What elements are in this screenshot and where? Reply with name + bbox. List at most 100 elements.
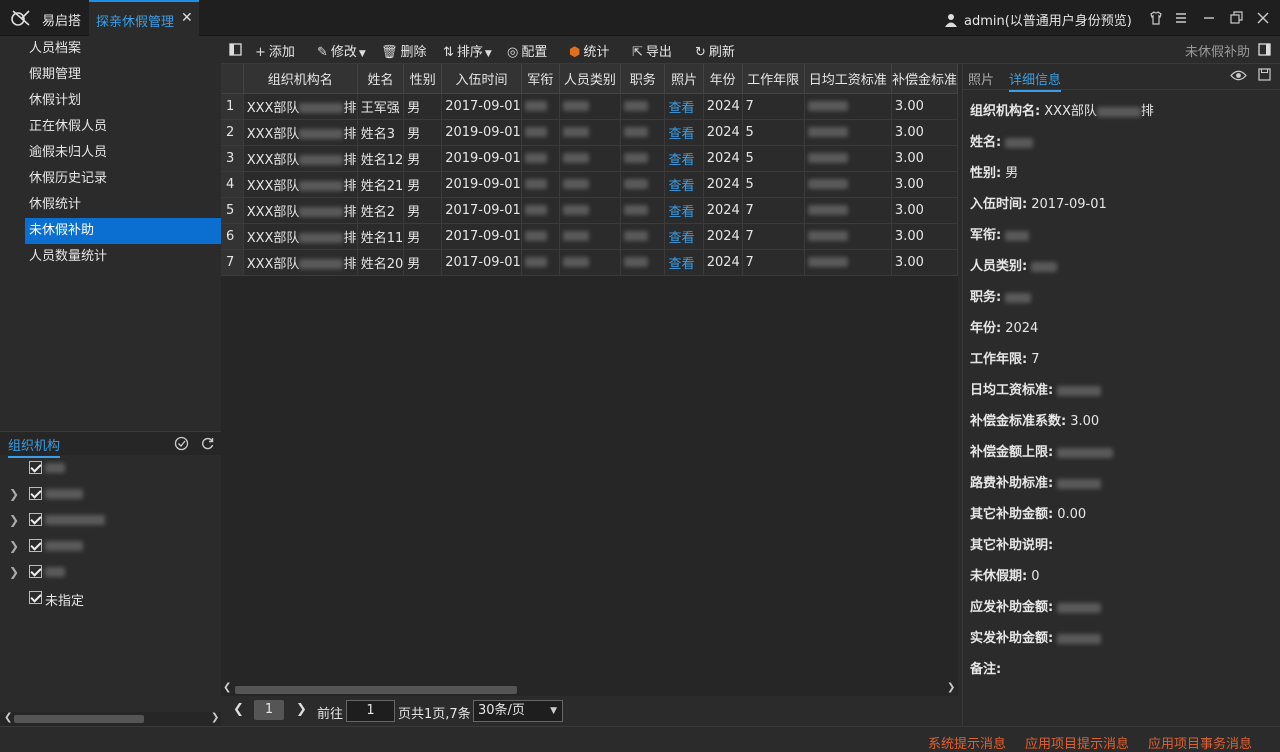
menu-icon[interactable] xyxy=(1172,9,1190,27)
tree-node[interactable]: ❯ xyxy=(0,507,221,533)
table-row[interactable]: 2 XXX部队 排姓名3 男 2019-09-01 查看 2024 5 3.00 xyxy=(221,119,958,146)
edit-button[interactable]: ✎ 修改 ▼ xyxy=(317,41,369,60)
system-message-link[interactable]: 系统提示消息 xyxy=(928,733,1006,752)
tree-node[interactable]: ❯ xyxy=(0,559,221,585)
view-photo-link[interactable]: 查看 xyxy=(664,249,704,276)
user-menu[interactable]: admin(以普通用户身份预览) xyxy=(944,10,1132,29)
refresh-tree-icon[interactable] xyxy=(200,436,215,451)
sidebar-item-leave-plan[interactable]: 休假计划 xyxy=(25,88,221,114)
table-row[interactable]: 5 XXX部队 排姓名2 男 2017-09-01 查看 2024 7 3.00 xyxy=(221,197,958,224)
app-task-message-link[interactable]: 应用项目事务消息 xyxy=(1148,733,1252,752)
sidebar-item-unused-leave-subsidy[interactable]: 未休假补助 xyxy=(25,218,221,244)
tab-leave-management[interactable]: 探亲休假管理 ✕ xyxy=(89,0,199,36)
goto-page-input[interactable]: 1 xyxy=(346,700,395,722)
table-cell: XXX部队 排 xyxy=(243,171,358,198)
statistics-button[interactable]: ⬢ 统计 xyxy=(569,41,609,60)
sidebar-item-personnel-files[interactable]: 人员档案 xyxy=(25,36,221,62)
tree-node[interactable]: ❯ xyxy=(0,533,221,559)
sidebar-item-leave-management[interactable]: 假期管理 xyxy=(25,62,221,88)
scroll-left-icon[interactable]: ❮ xyxy=(223,682,231,693)
page-number-current[interactable]: 1 xyxy=(254,700,284,720)
column-header[interactable]: 入伍时间 xyxy=(441,64,522,94)
view-name-label: 未休假补助 xyxy=(1185,45,1251,60)
delete-button[interactable]: 🗑 删除 xyxy=(381,41,427,60)
view-photo-link[interactable]: 查看 xyxy=(664,223,704,250)
refresh-button[interactable]: ↻ 刷新 xyxy=(695,41,735,60)
grid-horizontal-scrollbar[interactable]: ❮ ❯ xyxy=(221,682,958,696)
eye-icon[interactable] xyxy=(1230,69,1247,82)
column-header[interactable]: 军衔 xyxy=(521,64,560,94)
tree-node[interactable] xyxy=(0,455,221,481)
page-size-select[interactable]: 30条/页 ▼ xyxy=(473,700,563,722)
page-summary: 页共1页,7条 xyxy=(398,707,471,722)
view-photo-link[interactable]: 查看 xyxy=(664,145,704,172)
table-row[interactable]: 7 XXX部队排姓名20 男 2017-09-01 查看 2024 7 3.00 xyxy=(221,249,958,276)
sidebar-item-on-leave[interactable]: 正在休假人员 xyxy=(25,114,221,140)
tree-checkbox[interactable] xyxy=(29,513,42,526)
save-icon[interactable] xyxy=(1258,68,1271,81)
column-header[interactable]: 工作年限 xyxy=(742,64,805,94)
org-name-suffix: 排 xyxy=(343,126,357,142)
app-tip-message-link[interactable]: 应用项目提示消息 xyxy=(1025,733,1129,752)
column-header[interactable]: 性别 xyxy=(403,64,443,94)
column-header[interactable]: 姓名 xyxy=(357,64,405,94)
add-button[interactable]: + 添加 xyxy=(255,41,295,60)
column-header[interactable]: 人员类别 xyxy=(559,64,622,94)
table-row[interactable]: 6 XXX部队 排姓名11 男 2017-09-01 查看 2024 7 3.00 xyxy=(221,223,958,250)
view-photo-link[interactable]: 查看 xyxy=(664,197,704,224)
view-photo-link[interactable]: 查看 xyxy=(664,119,704,146)
tree-horizontal-scrollbar[interactable]: ❮ ❯ xyxy=(0,712,221,726)
tree-node[interactable]: ❯ xyxy=(0,481,221,507)
scroll-right-icon[interactable]: ❯ xyxy=(947,682,955,693)
scroll-right-icon[interactable]: ❯ xyxy=(211,712,219,723)
close-window-icon[interactable] xyxy=(1254,9,1272,27)
column-header[interactable]: 补偿金标准 xyxy=(891,64,958,94)
restore-icon[interactable] xyxy=(1227,9,1245,27)
sidebar-item-headcount[interactable]: 人员数量统计 xyxy=(25,244,221,270)
sidebar-item-statistics[interactable]: 休假统计 xyxy=(25,192,221,218)
toggle-sidebar-icon[interactable] xyxy=(229,43,242,56)
tree-node[interactable]: 未指定 xyxy=(0,585,221,611)
export-button[interactable]: ⇱ 导出 xyxy=(632,41,672,60)
table-row[interactable]: 4 XXX部队 排姓名21 男 2019-09-01 查看 2024 5 3.00 xyxy=(221,171,958,198)
masked-text xyxy=(524,153,547,163)
chevron-right-icon[interactable]: ❯ xyxy=(9,513,19,527)
minimize-icon[interactable] xyxy=(1200,9,1218,27)
detail-field-label: 路费补助标准: xyxy=(970,476,1054,491)
tree-checkbox[interactable] xyxy=(29,565,42,578)
toggle-detail-panel-icon[interactable] xyxy=(1258,43,1271,56)
column-header[interactable]: 日均工资标准 xyxy=(804,64,892,94)
scrollbar-thumb[interactable] xyxy=(14,715,144,723)
sort-button[interactable]: ⇅ 排序 ▼ xyxy=(443,41,495,60)
column-header[interactable]: 年份 xyxy=(703,64,743,94)
view-photo-link[interactable]: 查看 xyxy=(664,93,704,120)
sidebar-item-history[interactable]: 休假历史记录 xyxy=(25,166,221,192)
config-button[interactable]: ◎ 配置 xyxy=(507,41,547,60)
scrollbar-thumb[interactable] xyxy=(235,686,517,694)
chevron-right-icon[interactable]: ❯ xyxy=(9,487,19,501)
table-cell: 男 xyxy=(403,249,443,276)
tree-checkbox[interactable] xyxy=(29,461,42,474)
check-all-icon[interactable] xyxy=(174,436,189,451)
tree-checkbox[interactable] xyxy=(29,539,42,552)
scroll-left-icon[interactable]: ❮ xyxy=(4,712,12,723)
tree-checkbox[interactable] xyxy=(29,487,42,500)
close-tab-icon[interactable]: ✕ xyxy=(181,10,193,26)
column-header[interactable]: 职务 xyxy=(620,64,666,94)
column-header[interactable]: 照片 xyxy=(664,64,704,94)
table-cell: 2017-09-01 xyxy=(441,249,522,276)
prev-page-icon[interactable]: ❮ xyxy=(233,702,244,717)
table-row[interactable]: 1 XXX部队 排王军强男 2017-09-01 查看 2024 7 3.00 xyxy=(221,93,958,120)
table-cell xyxy=(559,171,622,198)
view-photo-link[interactable]: 查看 xyxy=(664,171,704,198)
next-page-icon[interactable]: ❯ xyxy=(296,702,307,717)
tab-photo[interactable]: 照片 xyxy=(968,69,994,88)
tree-checkbox[interactable] xyxy=(29,591,42,604)
table-row[interactable]: 3 XXX部队 排姓名12 男 2019-09-01 查看 2024 5 3.00 xyxy=(221,145,958,172)
tab-details[interactable]: 详细信息 xyxy=(1009,69,1062,92)
chevron-right-icon[interactable]: ❯ xyxy=(9,539,19,553)
column-header[interactable]: 组织机构名 xyxy=(243,64,358,94)
skin-icon[interactable] xyxy=(1147,9,1165,27)
chevron-right-icon[interactable]: ❯ xyxy=(9,565,19,579)
sidebar-item-overdue[interactable]: 逾假未归人员 xyxy=(25,140,221,166)
